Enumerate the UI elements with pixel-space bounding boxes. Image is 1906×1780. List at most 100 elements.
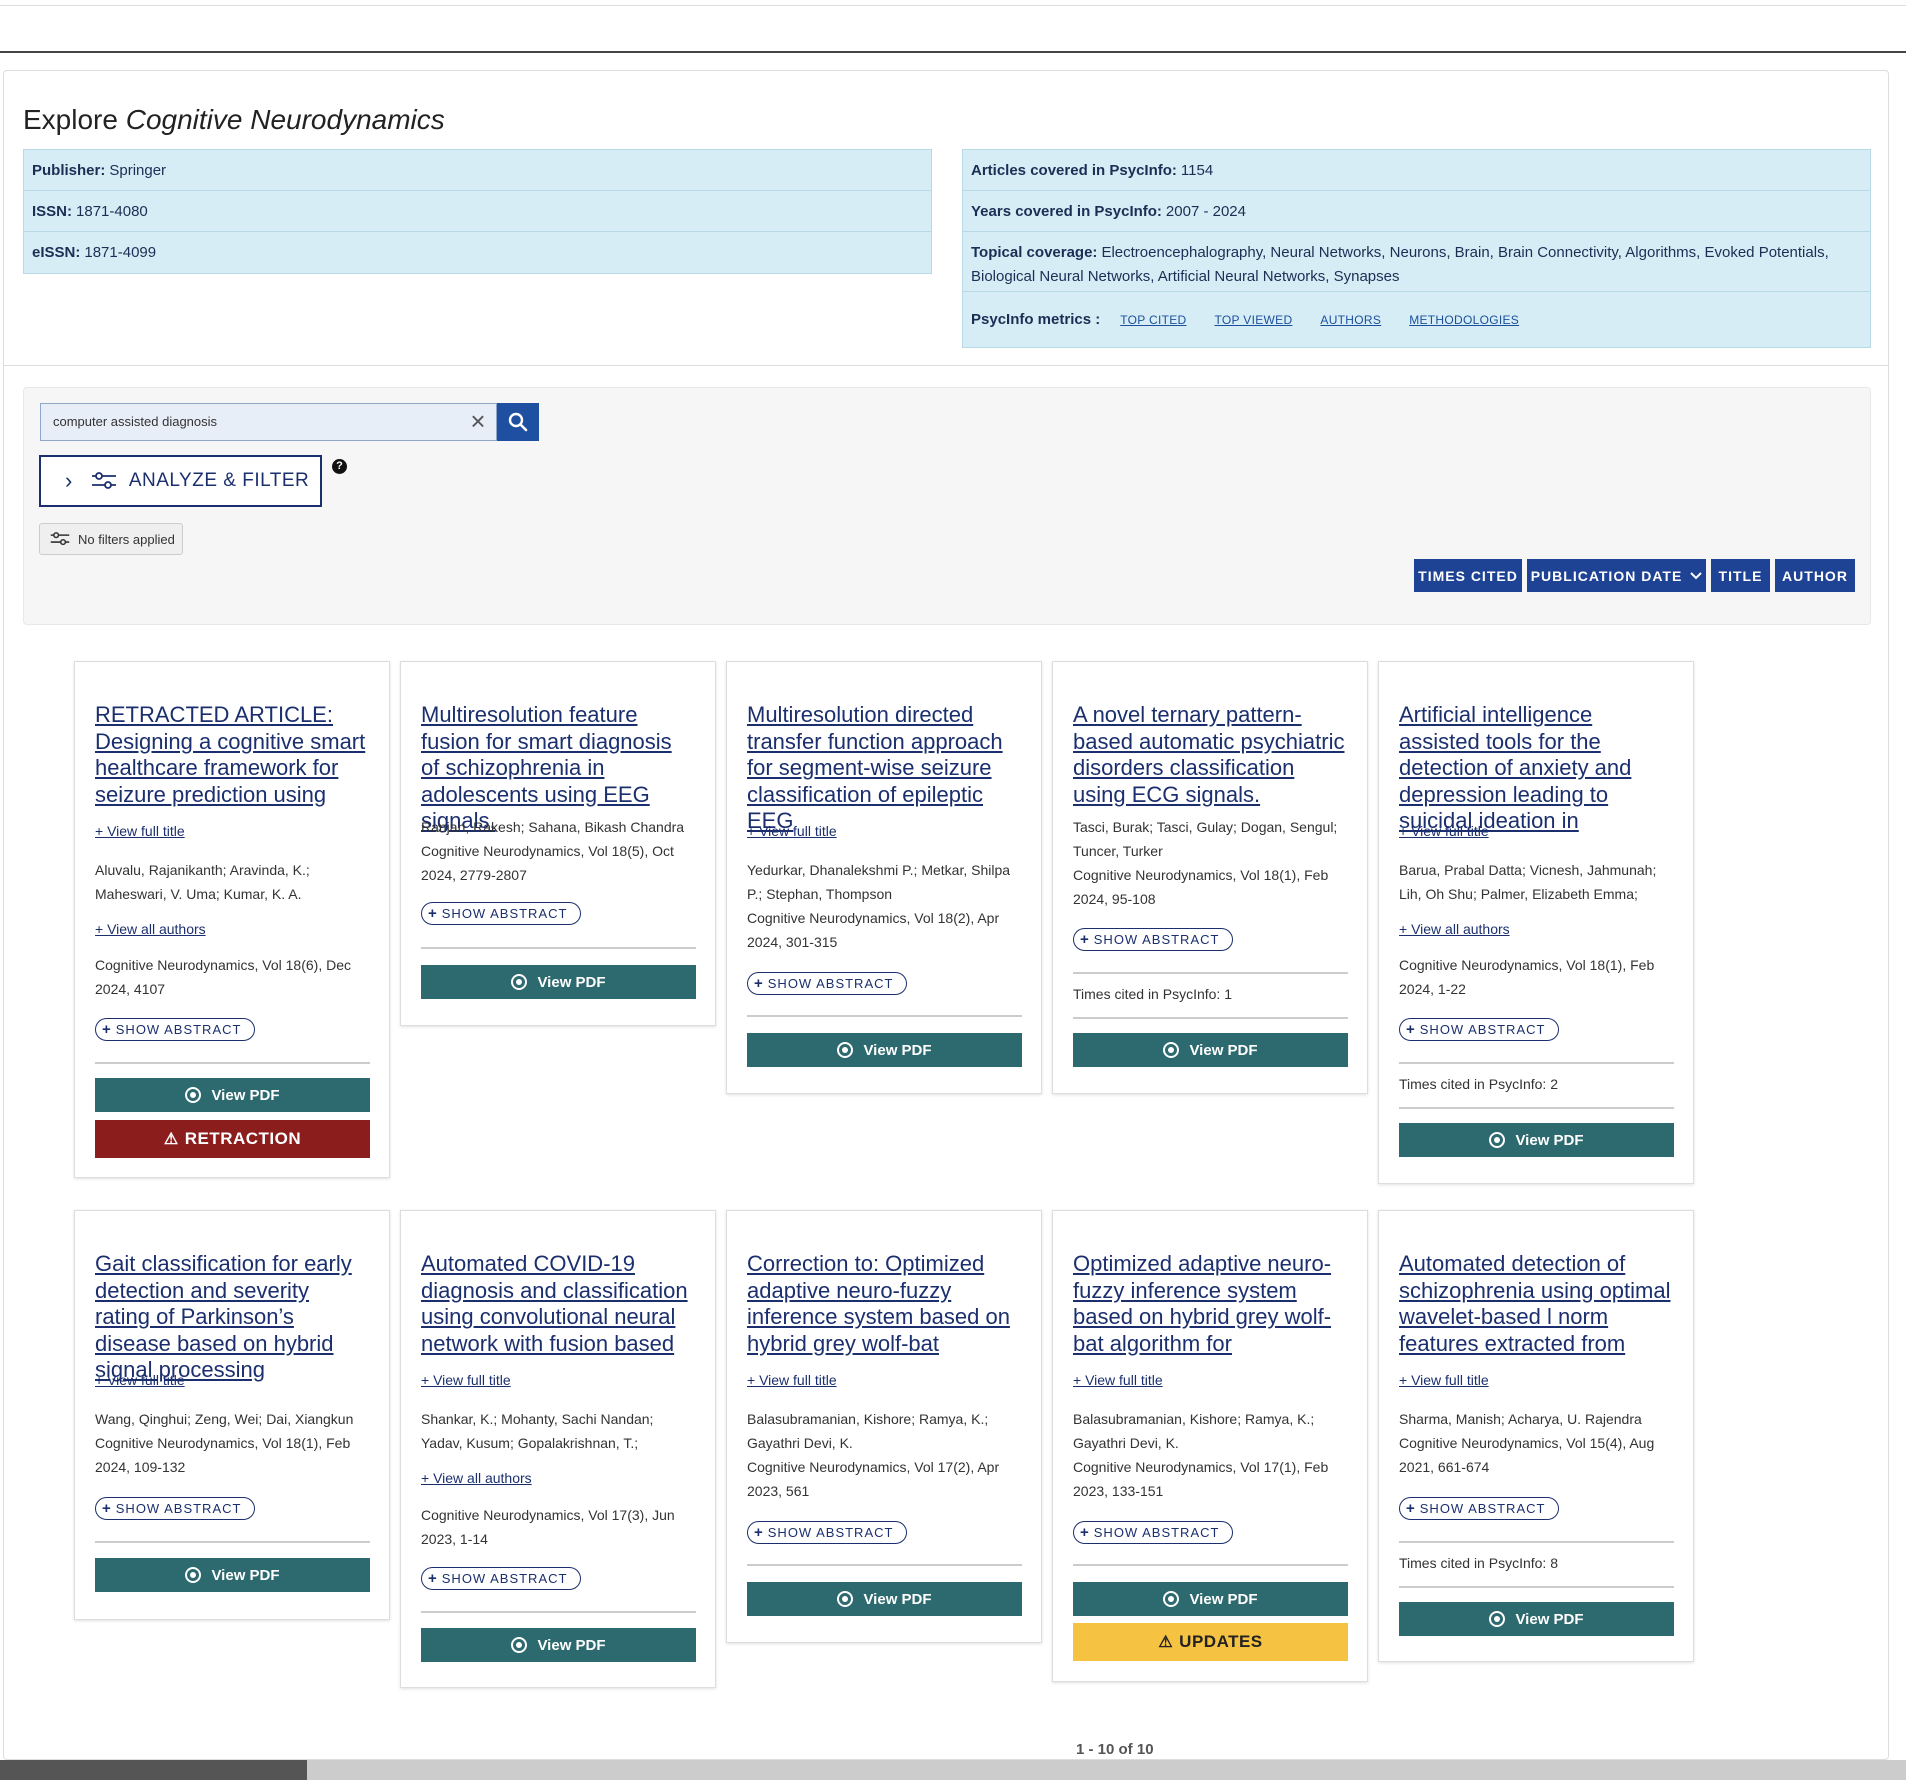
- journal-info-left: Publisher: Springer ISSN: 1871-4080 eISSN:…: [23, 149, 932, 274]
- view-full-title-link[interactable]: + View full title: [421, 1372, 511, 1388]
- view-full-title-link[interactable]: + View full title: [1073, 1372, 1163, 1388]
- article-authors-source: Wang, Qinghui; Zeng, Wei; Dai, Xiangkun …: [95, 1411, 354, 1475]
- warning-icon: ⚠: [1158, 1634, 1174, 1651]
- show-abstract-button[interactable]: + SHOW ABSTRACT: [1399, 1018, 1559, 1041]
- analyze-filter-label: ANALYZE & FILTER: [128, 470, 310, 491]
- article-title-link[interactable]: Automated COVID-19 diagnosis and classif…: [421, 1251, 696, 1357]
- sort-times-cited-button[interactable]: TIMES CITED: [1414, 559, 1522, 592]
- metric-top-viewed-link[interactable]: TOP VIEWED: [1215, 313, 1293, 327]
- search-input[interactable]: computer assisted diagnosis: [40, 403, 497, 441]
- show-abstract-button[interactable]: + SHOW ABSTRACT: [1073, 928, 1233, 951]
- show-abstract-button[interactable]: + SHOW ABSTRACT: [1073, 1521, 1233, 1544]
- card-divider: [1073, 972, 1348, 974]
- view-pdf-button[interactable]: View PDF: [421, 965, 696, 999]
- show-abstract-button[interactable]: + SHOW ABSTRACT: [747, 972, 907, 995]
- pdf-icon: [1163, 1042, 1180, 1058]
- view-pdf-button[interactable]: View PDF: [421, 1628, 696, 1662]
- sort-author-button[interactable]: AUTHOR: [1775, 559, 1855, 592]
- view-all-authors-link[interactable]: + View all authors: [1399, 921, 1510, 937]
- result-card: Automated COVID-19 diagnosis and classif…: [400, 1210, 716, 1688]
- view-pdf-button[interactable]: View PDF: [1399, 1602, 1674, 1636]
- analyze-filter-button[interactable]: › ANALYZE & FILTER: [39, 455, 322, 507]
- view-all-authors-link[interactable]: + View all authors: [421, 1470, 532, 1486]
- card-divider: [1399, 1541, 1674, 1543]
- plus-icon: +: [1406, 1500, 1416, 1517]
- times-cited: Times cited in PsycInfo: 8: [1399, 1555, 1558, 1571]
- clear-search-icon[interactable]: ×: [466, 408, 490, 434]
- plus-icon: +: [102, 1500, 112, 1517]
- card-divider: [95, 1062, 370, 1064]
- search-icon: [508, 412, 528, 432]
- article-authors-source: Sharma, Manish; Acharya, U. Rajendra Cog…: [1399, 1411, 1655, 1475]
- view-full-title-link[interactable]: + View full title: [95, 1372, 185, 1388]
- article-source: Cognitive Neurodynamics, Vol 18(6), Dec …: [95, 957, 352, 997]
- view-pdf-button[interactable]: View PDF: [95, 1558, 370, 1592]
- article-title-link[interactable]: Optimized adaptive neuro-fuzzy inference…: [1073, 1251, 1348, 1357]
- view-full-title-link[interactable]: + View full title: [95, 823, 185, 839]
- sort-publication-date-button[interactable]: PUBLICATION DATE: [1527, 559, 1706, 592]
- no-filters-badge: No filters applied: [39, 523, 183, 555]
- article-title-link[interactable]: Automated detection of schizophrenia usi…: [1399, 1251, 1674, 1357]
- pdf-icon: [1163, 1591, 1180, 1607]
- article-title-link[interactable]: Multiresolution directed transfer functi…: [747, 702, 1022, 835]
- sort-title-button[interactable]: TITLE: [1711, 559, 1770, 592]
- article-title-link[interactable]: Correction to: Optimized adaptive neuro-…: [747, 1251, 1022, 1357]
- view-full-title-link[interactable]: + View full title: [1399, 1372, 1489, 1388]
- show-abstract-button[interactable]: + SHOW ABSTRACT: [1399, 1497, 1559, 1520]
- view-full-title-link[interactable]: + View full title: [1399, 823, 1489, 839]
- result-card: Gait classification for early detection …: [74, 1210, 390, 1620]
- pdf-icon: [1489, 1132, 1506, 1148]
- pdf-icon: [185, 1567, 202, 1583]
- plus-icon: +: [428, 905, 438, 922]
- view-all-authors-link[interactable]: + View all authors: [95, 921, 206, 937]
- result-card: Artificial intelligence assisted tools f…: [1378, 661, 1694, 1184]
- metric-authors-link[interactable]: AUTHORS: [1320, 313, 1381, 327]
- pdf-icon: [185, 1087, 202, 1103]
- plus-icon: +: [102, 1021, 112, 1038]
- article-title-link[interactable]: A novel ternary pattern-based automatic …: [1073, 702, 1348, 808]
- article-authors-source: Yedurkar, Dhanalekshmi P.; Metkar, Shilp…: [747, 862, 1011, 950]
- plus-icon: +: [754, 1524, 764, 1541]
- show-abstract-button[interactable]: + SHOW ABSTRACT: [421, 902, 581, 925]
- horizontal-scrollbar-thumb[interactable]: [0, 1760, 307, 1780]
- metric-top-cited-link[interactable]: TOP CITED: [1120, 313, 1186, 327]
- filter-sliders-icon: [50, 531, 70, 547]
- chevron-down-icon: [1690, 571, 1703, 579]
- view-pdf-button[interactable]: View PDF: [747, 1033, 1022, 1067]
- no-filters-label: No filters applied: [78, 531, 175, 547]
- publisher-row: Publisher: Springer: [24, 150, 931, 191]
- article-title-link[interactable]: Artificial intelligence assisted tools f…: [1399, 702, 1674, 835]
- view-pdf-button[interactable]: View PDF: [747, 1582, 1022, 1616]
- retraction-button[interactable]: ⚠ RETRACTION: [95, 1120, 370, 1158]
- vertical-scrollbar[interactable]: [1894, 54, 1906, 1760]
- result-card: Correction to: Optimized adaptive neuro-…: [726, 1210, 1042, 1643]
- updates-button[interactable]: ⚠ UPDATES: [1073, 1623, 1348, 1661]
- article-title-link[interactable]: Gait classification for early detection …: [95, 1251, 370, 1384]
- article-authors: Barua, Prabal Datta; Vicnesh, Jahmunah; …: [1399, 862, 1657, 902]
- article-source: Cognitive Neurodynamics, Vol 17(3), Jun …: [421, 1507, 675, 1547]
- view-pdf-button[interactable]: View PDF: [95, 1078, 370, 1112]
- show-abstract-button[interactable]: + SHOW ABSTRACT: [95, 1497, 255, 1520]
- pdf-icon: [511, 974, 528, 990]
- pdf-icon: [837, 1042, 854, 1058]
- eissn-row: eISSN: 1871-4099: [32, 244, 157, 261]
- view-full-title-link[interactable]: + View full title: [747, 823, 837, 839]
- view-pdf-button[interactable]: View PDF: [1073, 1033, 1348, 1067]
- card-divider: [1073, 1017, 1348, 1019]
- search-button[interactable]: [497, 403, 539, 441]
- articles-row: Articles covered in PsycInfo: 1154: [963, 150, 1870, 191]
- card-divider: [1073, 1564, 1348, 1566]
- show-abstract-button[interactable]: + SHOW ABSTRACT: [747, 1521, 907, 1544]
- metric-methodologies-link[interactable]: METHODOLOGIES: [1409, 313, 1519, 327]
- show-abstract-button[interactable]: + SHOW ABSTRACT: [95, 1018, 255, 1041]
- plus-icon: +: [1406, 1021, 1416, 1038]
- times-cited: Times cited in PsycInfo: 1: [1073, 986, 1232, 1002]
- view-pdf-button[interactable]: View PDF: [1073, 1582, 1348, 1616]
- card-divider: [1399, 1062, 1674, 1064]
- article-title-link[interactable]: RETRACTED ARTICLE: Designing a cognitive…: [95, 702, 370, 808]
- show-abstract-button[interactable]: + SHOW ABSTRACT: [421, 1567, 581, 1590]
- article-authors-source: Balasubramanian, Kishore; Ramya, K.; Gay…: [747, 1411, 1000, 1499]
- view-pdf-button[interactable]: View PDF: [1399, 1123, 1674, 1157]
- view-full-title-link[interactable]: + View full title: [747, 1372, 837, 1388]
- help-icon[interactable]: ?: [332, 459, 347, 474]
